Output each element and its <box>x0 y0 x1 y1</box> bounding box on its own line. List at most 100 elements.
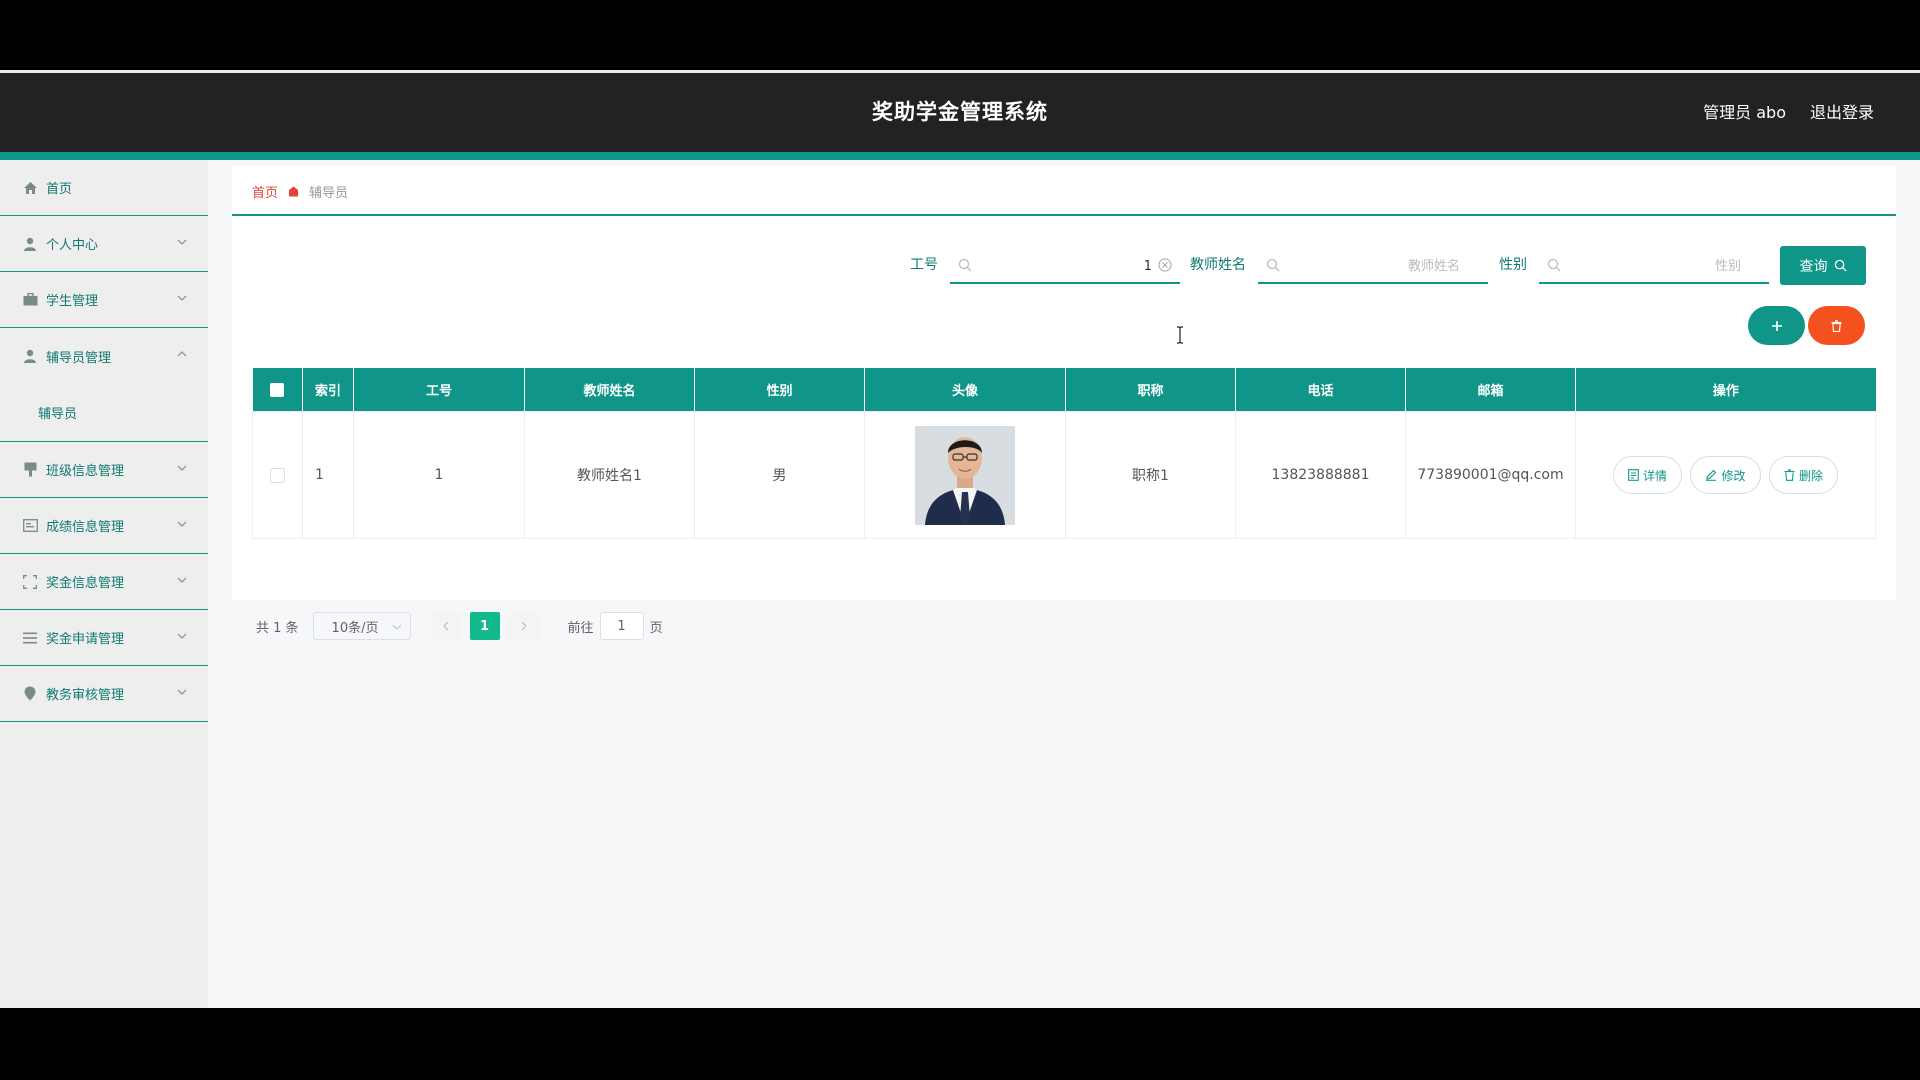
column-header: 索引 <box>302 368 354 412</box>
chevron-up-icon <box>177 351 187 357</box>
briefcase-icon <box>22 292 38 308</box>
chevron-down-icon <box>177 465 187 471</box>
sidebar-item-label: 教务审核管理 <box>46 688 125 703</box>
sidebar-item-label: 班级信息管理 <box>46 464 125 479</box>
add-button[interactable] <box>1748 306 1805 345</box>
cell-phone: 13823888881 <box>1235 411 1406 539</box>
breadcrumb-home[interactable]: 首页 <box>252 182 278 201</box>
page-size-value: 10条/页 <box>331 620 379 636</box>
sidebar-item-academic-review[interactable]: 教务审核管理 <box>0 666 208 722</box>
chevron-down-icon <box>177 239 187 245</box>
search-label-name: 教师姓名 <box>1190 257 1246 273</box>
edit-icon <box>1706 469 1717 481</box>
edit-button-label: 修改 <box>1721 468 1746 483</box>
column-header: 电话 <box>1235 368 1406 412</box>
cell-avatar <box>864 411 1066 539</box>
page-size-select[interactable]: 10条/页 <box>312 612 411 640</box>
cell-email: 773890001@qq.com <box>1405 411 1576 539</box>
query-button[interactable]: 查询 <box>1780 246 1866 285</box>
page-unit-label: 页 <box>649 620 663 636</box>
text-cursor-icon <box>1177 326 1183 344</box>
detail-button[interactable]: 详情 <box>1613 456 1683 494</box>
search-icon <box>958 258 972 272</box>
goto-page-input[interactable] <box>599 612 644 640</box>
user-icon <box>22 348 38 364</box>
chevron-down-icon <box>177 577 187 583</box>
sidebar-item-class-info[interactable]: 班级信息管理 <box>0 442 208 498</box>
sidebar-item-bonus-info[interactable]: 奖金信息管理 <box>0 554 208 610</box>
sidebar-item-student-management[interactable]: 学生管理 <box>0 272 208 328</box>
sidebar-item-label: 奖金信息管理 <box>46 576 125 591</box>
clear-icon[interactable] <box>1158 258 1172 272</box>
logout-link[interactable]: 退出登录 <box>1810 73 1874 152</box>
breadcrumb-current: 辅导员 <box>309 186 349 201</box>
document-icon <box>1628 469 1639 481</box>
tag-icon <box>22 462 38 478</box>
prev-page-button[interactable] <box>430 612 461 640</box>
sidebar-item-score-info[interactable]: 成绩信息管理 <box>0 498 208 554</box>
search-icon <box>1834 259 1847 272</box>
pin-icon <box>22 686 38 702</box>
list-icon <box>22 630 38 646</box>
row-select[interactable] <box>252 411 303 539</box>
column-header: 性别 <box>694 368 865 412</box>
chevron-down-icon <box>177 633 187 639</box>
search-field-gender <box>1539 246 1769 284</box>
column-header: 操作 <box>1575 368 1876 412</box>
header-select-all[interactable] <box>252 368 303 412</box>
select-all-checkbox[interactable] <box>270 382 285 397</box>
search-field-id <box>950 246 1180 284</box>
search-icon <box>1547 258 1561 272</box>
sidebar-item-label: 首页 <box>46 182 73 197</box>
batch-delete-button[interactable] <box>1808 306 1865 345</box>
user-icon <box>22 236 38 252</box>
column-header: 职称 <box>1065 368 1236 412</box>
header-accent-bar <box>0 152 1920 160</box>
chevron-right-icon <box>521 621 527 631</box>
app-window: 奖助学金管理系统 管理员 abo 退出登录 首页 个人中心 学生管理 辅导员管理… <box>0 70 1920 1008</box>
sidebar-item-bonus-application[interactable]: 奖金申请管理 <box>0 610 208 666</box>
chevron-left-icon <box>442 621 449 631</box>
pagination-total: 共 1 条 <box>256 620 299 636</box>
delete-button[interactable]: 删除 <box>1768 456 1838 494</box>
breadcrumb-divider <box>232 214 1896 216</box>
page-number[interactable]: 1 <box>469 612 500 640</box>
app-title: 奖助学金管理系统 <box>872 100 1048 124</box>
sidebar-item-counselor-management[interactable]: 辅导员管理 <box>0 328 208 384</box>
plus-icon <box>1771 320 1782 331</box>
pagination: 共 1 条 10条/页 1 前往 页 <box>256 612 663 640</box>
column-header: 工号 <box>353 368 525 412</box>
sidebar-item-label: 个人中心 <box>46 238 99 253</box>
cell-gender: 男 <box>694 411 865 539</box>
search-input-gender[interactable] <box>1569 252 1743 280</box>
sidebar-item-personal-center[interactable]: 个人中心 <box>0 216 208 272</box>
detail-button-label: 详情 <box>1643 468 1668 483</box>
chevron-down-icon <box>177 689 187 695</box>
goto-label: 前往 <box>567 620 594 636</box>
breadcrumb-separator-icon <box>288 186 299 197</box>
home-icon <box>22 180 38 196</box>
search-input-name[interactable] <box>1288 252 1462 280</box>
trash-icon <box>1831 319 1842 332</box>
next-page-button[interactable] <box>508 612 539 640</box>
query-button-label: 查询 <box>1799 258 1828 275</box>
search-icon <box>1266 258 1280 272</box>
chevron-down-icon <box>177 295 187 301</box>
sidebar-subitem-counselor[interactable]: 辅导员 <box>0 384 208 442</box>
card-icon <box>22 518 38 534</box>
sidebar-item-label: 辅导员管理 <box>46 350 112 366</box>
main-panel: 首页 辅导员 工号 教师姓名 性别 查询 <box>232 166 1896 640</box>
chevron-down-icon <box>177 521 187 527</box>
edit-button[interactable]: 修改 <box>1690 456 1761 494</box>
search-input-id[interactable] <box>980 252 1154 280</box>
chevron-down-icon <box>392 624 401 630</box>
data-table: 索引 工号 教师姓名 性别 头像 职称 电话 邮箱 操作 1 1 教师姓名1 男… <box>252 368 1876 539</box>
sidebar-item-label: 成绩信息管理 <box>46 520 125 535</box>
cell-id: 1 <box>353 411 525 539</box>
row-checkbox[interactable] <box>270 467 285 483</box>
table-header-row: 索引 工号 教师姓名 性别 头像 职称 电话 邮箱 操作 <box>252 368 1876 412</box>
sidebar-item-home[interactable]: 首页 <box>0 160 208 216</box>
frame-icon <box>22 574 38 590</box>
sidebar-item-label: 学生管理 <box>46 294 99 309</box>
cell-index: 1 <box>302 411 354 539</box>
